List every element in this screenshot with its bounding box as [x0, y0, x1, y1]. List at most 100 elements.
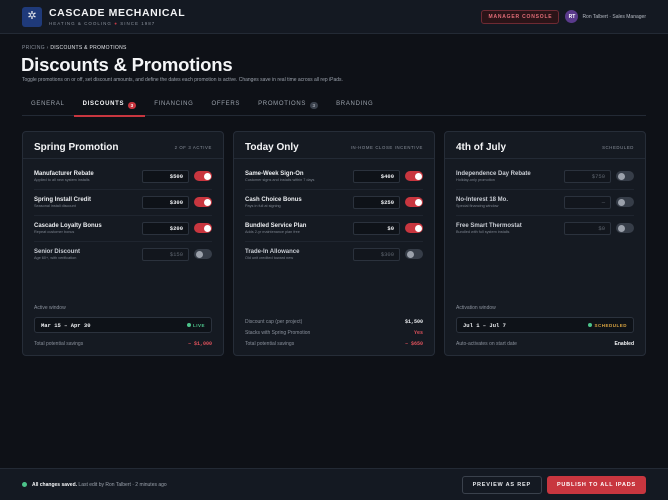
- brand-tagline-left: HEATING & COOLING: [49, 21, 112, 26]
- promo-toggle[interactable]: [405, 223, 423, 233]
- discount-amount-field[interactable]: $150: [142, 247, 189, 261]
- promo-toggle[interactable]: [405, 171, 423, 181]
- promo-description: Old unit credited toward new: [245, 255, 294, 260]
- discount-amount-field[interactable]: $300: [353, 247, 400, 261]
- card-title: Today Only: [245, 142, 299, 153]
- tab-general[interactable]: GENERAL: [22, 96, 74, 116]
- divider: [34, 189, 212, 190]
- promo-name: Same-Week Sign-On: [245, 170, 304, 177]
- brand-name: CASCADE MECHANICAL: [49, 7, 186, 19]
- discount-amount-field[interactable]: $500: [142, 169, 189, 183]
- footer-bar: All changes saved. Last edit by Ron Talb…: [0, 468, 668, 500]
- promo-name: Cash Choice Bonus: [245, 196, 302, 203]
- promo-toggle[interactable]: [194, 171, 212, 181]
- breadcrumb-pricing[interactable]: PRICING: [22, 45, 45, 51]
- divider: [245, 215, 423, 216]
- scheduled-status-badge: SCHEDULED: [588, 323, 627, 328]
- settings-tabs: GENERAL DISCOUNTS 3 FINANCING OFFERS PROM…: [22, 96, 646, 117]
- promo-item: Free Smart Thermostat Bundled with full s…: [456, 218, 634, 238]
- stat-label: Total potential savings: [34, 341, 84, 347]
- tab-count-badge: 3: [128, 101, 137, 109]
- tab-label: PROMOTIONS: [258, 101, 307, 107]
- discount-amount-field[interactable]: $300: [142, 195, 189, 209]
- avatar[interactable]: RT: [565, 10, 579, 23]
- save-status-detail: Last edit by Ron Talbert · 2 minutes ago: [78, 481, 167, 488]
- breadcrumb: PRICING › DISCOUNTS & PROMOTIONS: [22, 45, 127, 51]
- promo-description: Special financing window: [456, 203, 499, 208]
- divider: [34, 215, 212, 216]
- tab-discounts[interactable]: DISCOUNTS 3: [73, 96, 146, 117]
- window-label: Activation window: [456, 305, 496, 311]
- discount-amount-field[interactable]: —: [564, 195, 611, 209]
- page-description: Toggle promotions on or off, set discoun…: [22, 77, 343, 83]
- saved-status-dot: [22, 482, 27, 487]
- discount-amount-field[interactable]: $250: [353, 195, 400, 209]
- publish-button[interactable]: PUBLISH TO ALL IPADS: [546, 475, 646, 494]
- stat-value: − $1,000: [187, 341, 212, 347]
- window-dates: Mar 15 – Apr 30: [41, 321, 91, 329]
- promo-toggle[interactable]: [194, 197, 212, 207]
- stat-value[interactable]: Yes: [414, 330, 423, 336]
- divider: [245, 241, 423, 242]
- tab-branding[interactable]: BRANDING: [327, 96, 382, 116]
- stat-row: Discount cap (per project) $1,500: [245, 319, 423, 325]
- stat-value: − $650: [404, 341, 423, 347]
- discount-amount-field[interactable]: $0: [353, 221, 400, 235]
- promo-name: Manufacturer Rebate: [34, 170, 94, 177]
- manager-console-badge: MANAGER CONSOLE: [481, 9, 560, 24]
- stat-row: Stacks with Spring Promotion Yes: [245, 330, 423, 336]
- tab-promotions[interactable]: PROMOTIONS 3: [249, 96, 327, 116]
- active-window-field[interactable]: Mar 15 – Apr 30 LIVE: [34, 317, 212, 333]
- save-status-bold: All changes saved.: [32, 481, 78, 488]
- brand-tagline-separator: ●: [114, 21, 118, 26]
- tab-financing[interactable]: FINANCING: [145, 96, 202, 116]
- promo-toggle[interactable]: [616, 171, 634, 181]
- divider: [456, 215, 634, 216]
- discount-amount-field[interactable]: $400: [353, 169, 400, 183]
- promo-name: No-Interest 18 Mo.: [456, 196, 509, 203]
- promo-toggle[interactable]: [194, 249, 212, 259]
- auto-activate-setting[interactable]: Enabled: [615, 341, 634, 347]
- promo-toggle[interactable]: [405, 197, 423, 207]
- card-status-tag: IN-HOME CLOSE INCENTIVE: [350, 145, 423, 150]
- stat-label: Discount cap (per project): [245, 319, 303, 325]
- status-dot: [588, 323, 593, 327]
- user-label[interactable]: Ron Talbert · Sales Manager: [582, 14, 646, 20]
- promo-item: Cash Choice Bonus Pays in full at signing…: [245, 192, 423, 212]
- promo-name: Senior Discount: [34, 248, 81, 255]
- promo-item: No-Interest 18 Mo. Special financing wind…: [456, 192, 634, 212]
- discount-amount-field[interactable]: $0: [564, 221, 611, 235]
- preview-as-rep-button[interactable]: PREVIEW AS REP: [461, 475, 542, 494]
- discount-amount-field[interactable]: $200: [142, 221, 189, 235]
- activation-window-field[interactable]: Jul 1 – Jul 7 SCHEDULED: [456, 317, 634, 333]
- promo-description: Adds 2-yr maintenance plan free: [245, 229, 300, 234]
- divider: [234, 158, 434, 159]
- breadcrumb-current: DISCOUNTS & PROMOTIONS: [50, 45, 127, 51]
- stat-value[interactable]: $1,500: [405, 319, 423, 325]
- status-text: SCHEDULED: [594, 322, 627, 328]
- stat-row: Auto-activates on start date Enabled: [456, 341, 634, 347]
- promo-toggle[interactable]: [405, 249, 423, 259]
- promo-name: Free Smart Thermostat: [456, 222, 522, 229]
- save-status: All changes saved. Last edit by Ron Talb…: [32, 482, 167, 488]
- promo-item: Manufacturer Rebate Applied to all new sy…: [34, 166, 212, 186]
- promo-item: Independence Day Rebate Holiday-only prom…: [456, 166, 634, 186]
- promo-description: Customer signs and installs within 7 day…: [245, 177, 315, 182]
- promo-toggle[interactable]: [194, 223, 212, 233]
- discount-amount-field[interactable]: $750: [564, 169, 611, 183]
- brand-tagline: HEATING & COOLING ● SINCE 1987: [49, 21, 185, 26]
- promo-description: Bundled with full system installs: [456, 229, 510, 234]
- stat-row: Total potential savings − $650: [245, 341, 423, 347]
- tab-offers[interactable]: OFFERS: [203, 96, 250, 116]
- top-bar: ✲ CASCADE MECHANICAL HEATING & COOLING ●…: [0, 0, 668, 34]
- promo-item: Bundled Service Plan Adds 2-yr maintenanc…: [245, 218, 423, 238]
- divider: [456, 189, 634, 190]
- promo-description: Age 60+, with verification: [34, 255, 77, 260]
- promo-item: Cascade Loyalty Bonus Repeat customer bon…: [34, 218, 212, 238]
- promo-card-today-only: Today Only IN-HOME CLOSE INCENTIVE Same-…: [233, 131, 435, 356]
- promo-toggle[interactable]: [616, 223, 634, 233]
- window-label: Active window: [34, 305, 66, 311]
- divider: [34, 241, 212, 242]
- promo-toggle[interactable]: [616, 197, 634, 207]
- promo-item: Spring Install Credit Seasonal install di…: [34, 192, 212, 212]
